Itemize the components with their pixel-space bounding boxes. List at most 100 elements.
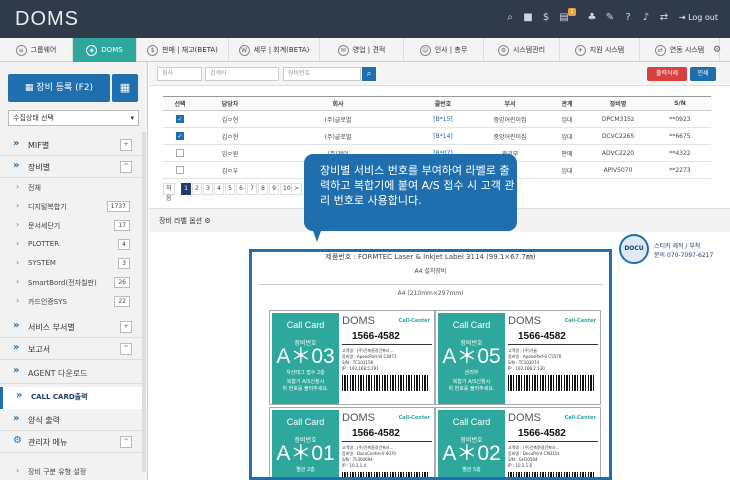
section-toggle[interactable]: ^ <box>120 161 132 173</box>
keyword-input[interactable]: 검색어 <box>205 67 279 81</box>
sidebar-section-1[interactable]: » 장비별 ^ <box>0 156 147 178</box>
sidebar-item[interactable]: › 장비 구분 유형 설정 <box>0 462 147 480</box>
menu-tab-icon: $ <box>147 44 159 56</box>
cell-manager: 임ㅇ원 <box>197 144 263 162</box>
menu-tab-label: 연동 시스템 <box>669 46 705 54</box>
pager-first[interactable]: 처음 <box>163 183 175 202</box>
barcode <box>342 375 430 391</box>
menu-tab-8[interactable]: ⇄ 연동 시스템 <box>640 38 720 62</box>
help-icon[interactable]: ? <box>622 12 634 24</box>
settings-gear-icon[interactable]: ⚙ <box>204 217 210 225</box>
cell-manager: 김ㅇ현 <box>197 127 263 145</box>
pager-next[interactable]: > <box>291 183 303 195</box>
sitemap-icon[interactable]: ♣ <box>586 12 598 24</box>
select-cell: ✓ <box>163 110 197 128</box>
chevron-right-icon: » <box>13 320 20 331</box>
menu-tab-2[interactable]: $ 판매 | 재고(BETA) <box>137 38 229 62</box>
row-checkbox[interactable] <box>176 166 184 174</box>
video-icon[interactable]: ■ <box>522 12 534 24</box>
search-button[interactable]: ⌕ <box>362 67 376 81</box>
collection-state-select[interactable]: 수집상태 선택 ▾ <box>8 110 139 126</box>
settings-gear-icon[interactable]: ⚙ <box>713 45 721 55</box>
print-button[interactable]: 인쇄 <box>690 67 716 81</box>
sidebar-item[interactable]: › 카드인증SYS 22 <box>0 292 147 311</box>
menu-tab-icon: ✉ <box>337 44 349 56</box>
section-toggle[interactable]: ^ <box>120 436 132 448</box>
equipment-number-input[interactable]: 장비번호 <box>283 67 361 81</box>
cell-call[interactable]: [B*15] <box>413 110 473 128</box>
sidebar-item-label: SmartBord(전자칠판) <box>28 279 97 287</box>
print-delete-button[interactable]: 출력삭제 <box>647 67 687 81</box>
sidebar-section-4[interactable]: » 양식 출력 <box>0 409 147 431</box>
pager-page[interactable]: 6 <box>236 183 246 195</box>
card-text: 관리부 <box>464 370 479 376</box>
sidebar-item[interactable]: › 디지털복합기 1737 <box>0 197 147 216</box>
menu-tab-icon: ✈ <box>574 44 586 56</box>
sidebar-scrollbar[interactable] <box>142 132 146 472</box>
card-text: Call Card <box>452 320 491 330</box>
menu-tab-1[interactable]: ◈ DOMS <box>73 38 137 62</box>
sidebar-section-2[interactable]: » 서비스 부서별 + <box>0 316 147 338</box>
dollar-icon[interactable]: $ <box>540 12 552 24</box>
logout-button[interactable]: ⇥ Log out <box>679 13 718 22</box>
menu-tab-5[interactable]: ☺ 인사 | 총무 <box>404 38 484 62</box>
card-text: 별관 2층 <box>296 467 315 473</box>
table-row[interactable]: ✓ 김ㅇ현 (주)글로벌 [B*14] 중앙어린이집 임대 DCVC2265 **6675 <box>163 127 711 145</box>
sidebar-item[interactable]: › 문서세단기 17 <box>0 216 147 235</box>
table-row[interactable]: ✓ 김ㅇ현 (주)글로벌 [B*15] 중앙어린이집 임대 DPCM315z **0923 <box>163 110 711 128</box>
sidebar-item[interactable]: › SYSTEM 3 <box>0 254 147 273</box>
menu-tab-0[interactable]: ≡ 그룹웨어 <box>0 38 73 62</box>
pager-page[interactable]: 9 <box>269 183 279 195</box>
card-info-line: IP : 10.2.1.6 <box>508 463 533 468</box>
menu-tab-7[interactable]: ✈ 지원 시스템 <box>560 38 640 62</box>
section-toggle[interactable]: + <box>120 321 132 333</box>
pager-page[interactable]: 4 <box>214 183 224 195</box>
pager-page[interactable]: 1 <box>181 183 191 195</box>
menu-tab-3[interactable]: W 세무 | 회계(BETA) <box>229 38 320 62</box>
card-info: 고객명 : (주)건축환경건축사... 장비명 : DocuCentre-V 40… <box>342 445 434 469</box>
sidebar-item[interactable]: › PLOTTER 4 <box>0 235 147 254</box>
call-card-label[interactable]: Call Card 장비번호 A＊03 자산태그 접수 2층 복합기 A/S신청시 위 번… <box>269 310 435 405</box>
sidebar-section-5[interactable]: ⚙ 관리자 메뉴 ^ <box>0 431 147 453</box>
section-toggle[interactable]: + <box>120 139 132 151</box>
row-checkbox[interactable]: ✓ <box>176 132 184 140</box>
pager-page[interactable]: 8 <box>258 183 268 195</box>
card-text: Call Card <box>286 417 325 427</box>
sidebar-section-0[interactable]: » MIF별 + <box>0 134 147 156</box>
call-card-label[interactable]: Call Card 장비번호 A＊05 관리부 복합기 A/S신청시 위 번호를 불러주세… <box>435 310 601 405</box>
menu-tab-4[interactable]: ✉ 영업 | 견적 <box>320 38 404 62</box>
equipment-register-button[interactable]: ▦ 장비 등록 (F2) <box>8 74 110 102</box>
column-header: S/N <box>649 96 711 111</box>
search-icon[interactable]: ⌕ <box>504 12 516 24</box>
call-card-info-panel: DOMS Call-Center 1566-4582 고객명 : (주)건축환경건축사… <box>508 410 600 477</box>
row-checkbox[interactable]: ✓ <box>176 115 184 123</box>
call-card-label[interactable]: Call Card 장비번호 A＊01 별관 2층 DOMS Call-Center 156… <box>269 407 435 477</box>
section-toggle[interactable]: ^ <box>120 343 132 355</box>
menu-tab-label: 그룹웨어 <box>30 46 57 54</box>
menu-tab-label: 세무 | 회계(BETA) <box>253 46 310 54</box>
menu-tab-6[interactable]: ⚙ 시스템관리 <box>484 38 560 62</box>
sidebar-item[interactable]: » AGENT 다운로드 <box>0 362 147 384</box>
call-center-phone: 1566-4582 <box>352 331 400 342</box>
sidebar-item[interactable]: › 전체 <box>0 178 147 197</box>
pager-page[interactable]: 7 <box>247 183 257 195</box>
transfer-icon[interactable]: ⇄ <box>658 12 670 24</box>
bell-icon[interactable]: ♪ <box>640 12 652 24</box>
sidebar-section-label: 보고서 <box>28 345 51 354</box>
grid-view-button[interactable]: ▦ <box>112 74 138 102</box>
sidebar-item[interactable]: › SmartBord(전자칠판) 26 <box>0 273 147 292</box>
count-badge: 17 <box>114 220 130 231</box>
pager-page[interactable]: 5 <box>225 183 235 195</box>
row-checkbox[interactable] <box>176 149 184 157</box>
card-info-line: IP : 192.168.5.191 <box>342 366 379 371</box>
cell-rel: 임대 <box>547 161 587 179</box>
barcode <box>342 472 430 477</box>
company-select[interactable]: 회사 <box>157 67 202 81</box>
cell-call[interactable]: [B*14] <box>413 127 473 145</box>
edit-icon[interactable]: ✎ <box>604 12 616 24</box>
pager-page[interactable]: 2 <box>192 183 202 195</box>
call-card-label[interactable]: Call Card 장비번호 A＊02 별관 5층 DOMS Call-Center 156… <box>435 407 601 477</box>
pager-page[interactable]: 3 <box>203 183 213 195</box>
sidebar-item-call-card[interactable]: » CALL CARD출력 <box>0 387 147 409</box>
sidebar-section-3[interactable]: » 보고서 ^ <box>0 338 147 360</box>
